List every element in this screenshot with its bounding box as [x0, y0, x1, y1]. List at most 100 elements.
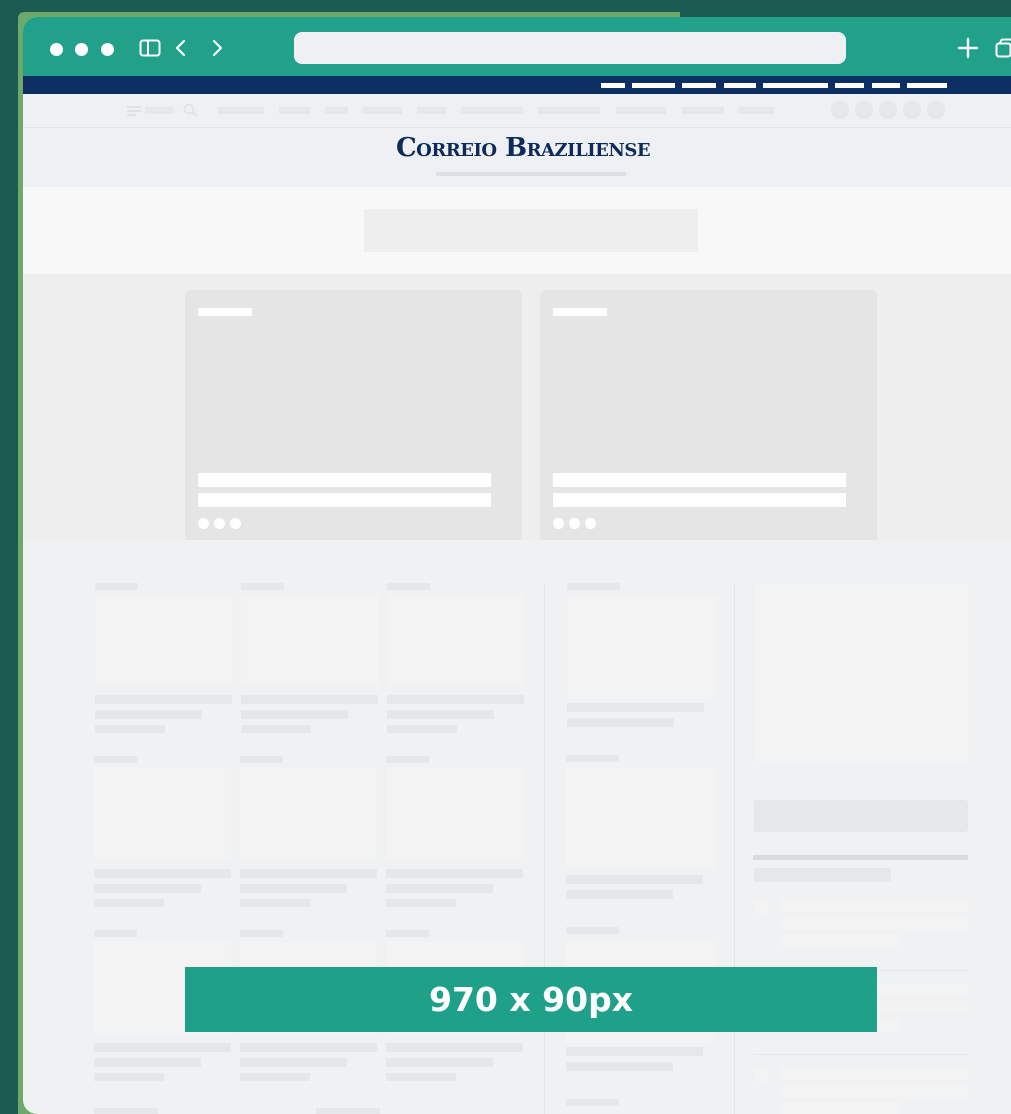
- card-title-placeholder: [240, 869, 377, 878]
- whatsapp-icon[interactable]: [831, 101, 849, 119]
- nav-item-placeholder[interactable]: [616, 107, 666, 114]
- top-link-placeholder[interactable]: [872, 83, 900, 88]
- card-image-placeholder[interactable]: [241, 594, 378, 686]
- top-link-placeholder[interactable]: [763, 83, 828, 88]
- browser-titlebar: [23, 17, 1011, 76]
- card-title-placeholder: [387, 725, 457, 733]
- site-top-bar: [23, 76, 1011, 94]
- tabs-overview-icon[interactable]: [995, 37, 1011, 59]
- card-image-placeholder[interactable]: [386, 768, 523, 860]
- nav-item-placeholder[interactable]: [218, 107, 264, 114]
- whatsapp-icon[interactable]: [230, 518, 241, 529]
- spotify-icon[interactable]: [903, 101, 921, 119]
- sidebar-ad-placeholder: [754, 584, 968, 762]
- card-kicker-placeholder: [387, 583, 430, 590]
- nav-item-placeholder[interactable]: [461, 107, 523, 114]
- card-image-placeholder[interactable]: [94, 768, 231, 860]
- address-bar[interactable]: [294, 32, 846, 64]
- list-divider: [753, 1054, 968, 1055]
- nav-item-placeholder[interactable]: [325, 107, 348, 114]
- card-kicker-placeholder: [240, 930, 283, 937]
- list-item-placeholder[interactable]: [781, 899, 968, 912]
- column-divider: [544, 584, 545, 1114]
- list-item-placeholder[interactable]: [781, 935, 899, 948]
- card-title-placeholder: [566, 1047, 703, 1056]
- list-item-placeholder[interactable]: [781, 1103, 899, 1114]
- card-title-placeholder: [566, 890, 673, 899]
- card-title-placeholder: [386, 1043, 523, 1052]
- card-title-placeholder: [386, 884, 493, 893]
- sidebar-section-rule: [753, 855, 968, 860]
- youtube-icon[interactable]: [927, 101, 945, 119]
- hero-headline-placeholder: [198, 473, 491, 487]
- nav-item-placeholder[interactable]: [739, 107, 774, 114]
- card-title-placeholder: [566, 1062, 673, 1071]
- card-title-placeholder: [566, 875, 703, 884]
- card-title-placeholder: [240, 1058, 347, 1067]
- card-image-placeholder[interactable]: [95, 594, 232, 686]
- menu-label-placeholder: [145, 107, 173, 114]
- list-item-placeholder[interactable]: [781, 1067, 968, 1080]
- nav-item-placeholder[interactable]: [417, 107, 446, 114]
- nav-item-placeholder[interactable]: [279, 107, 310, 114]
- logo-underline: [436, 172, 626, 176]
- twitter-icon[interactable]: [569, 518, 580, 529]
- top-link-placeholder[interactable]: [724, 83, 756, 88]
- new-tab-icon[interactable]: [957, 37, 979, 59]
- nav-item-placeholder[interactable]: [363, 107, 402, 114]
- card-kicker-placeholder: [94, 930, 137, 937]
- menu-icon[interactable]: [127, 106, 141, 116]
- card-kicker-placeholder: [566, 755, 619, 762]
- maximize-window-button[interactable]: [101, 43, 114, 56]
- search-icon[interactable]: [183, 103, 198, 118]
- card-kicker-placeholder: [95, 583, 138, 590]
- forward-icon[interactable]: [209, 37, 225, 59]
- card-title-placeholder: [241, 725, 311, 733]
- browser-window: Correio Braziliense 970 x 90px: [23, 17, 1011, 1114]
- card-kicker-placeholder: [566, 927, 619, 934]
- card-image-placeholder[interactable]: [387, 594, 524, 686]
- facebook-icon[interactable]: [553, 518, 564, 529]
- card-title-placeholder: [94, 1043, 231, 1052]
- sidebar-button-placeholder[interactable]: [754, 800, 968, 832]
- sidebar-icon[interactable]: [139, 37, 161, 59]
- card-title-placeholder: [95, 725, 165, 733]
- card-title-placeholder: [386, 899, 456, 907]
- whatsapp-icon[interactable]: [585, 518, 596, 529]
- hero-card[interactable]: [540, 290, 877, 540]
- back-icon[interactable]: [173, 37, 189, 59]
- column-divider: [734, 584, 735, 1114]
- card-kicker-placeholder: [241, 583, 284, 590]
- site-nav: [23, 94, 1011, 128]
- card-title-placeholder: [94, 884, 201, 893]
- card-title-placeholder: [240, 899, 310, 907]
- top-link-placeholder[interactable]: [907, 83, 947, 88]
- card-title-placeholder: [94, 869, 231, 878]
- twitter-icon[interactable]: [879, 101, 897, 119]
- list-item-placeholder[interactable]: [781, 917, 968, 930]
- card-kicker-placeholder: [94, 756, 137, 763]
- list-item-placeholder[interactable]: [781, 1085, 968, 1098]
- nav-item-placeholder[interactable]: [538, 107, 600, 114]
- card-title-placeholder: [387, 695, 524, 704]
- card-title-placeholder: [95, 710, 202, 719]
- list-bullet-placeholder: [754, 1067, 769, 1082]
- minimize-window-button[interactable]: [75, 43, 88, 56]
- card-title-placeholder: [240, 884, 347, 893]
- twitter-icon[interactable]: [214, 518, 225, 529]
- top-link-placeholder[interactable]: [682, 83, 716, 88]
- top-link-placeholder[interactable]: [632, 83, 675, 88]
- top-link-placeholder[interactable]: [835, 83, 864, 88]
- close-window-button[interactable]: [50, 43, 63, 56]
- card-title-placeholder: [387, 710, 494, 719]
- top-ad-placeholder: [364, 209, 698, 252]
- hero-card[interactable]: [185, 290, 522, 540]
- site-logo[interactable]: Correio Braziliense: [23, 133, 1011, 163]
- facebook-icon[interactable]: [198, 518, 209, 529]
- card-image-placeholder[interactable]: [240, 768, 377, 860]
- top-link-placeholder[interactable]: [601, 83, 625, 88]
- nav-item-placeholder[interactable]: [682, 107, 724, 114]
- facebook-icon[interactable]: [855, 101, 873, 119]
- card-image-placeholder[interactable]: [566, 768, 716, 870]
- card-image-placeholder[interactable]: [567, 596, 717, 698]
